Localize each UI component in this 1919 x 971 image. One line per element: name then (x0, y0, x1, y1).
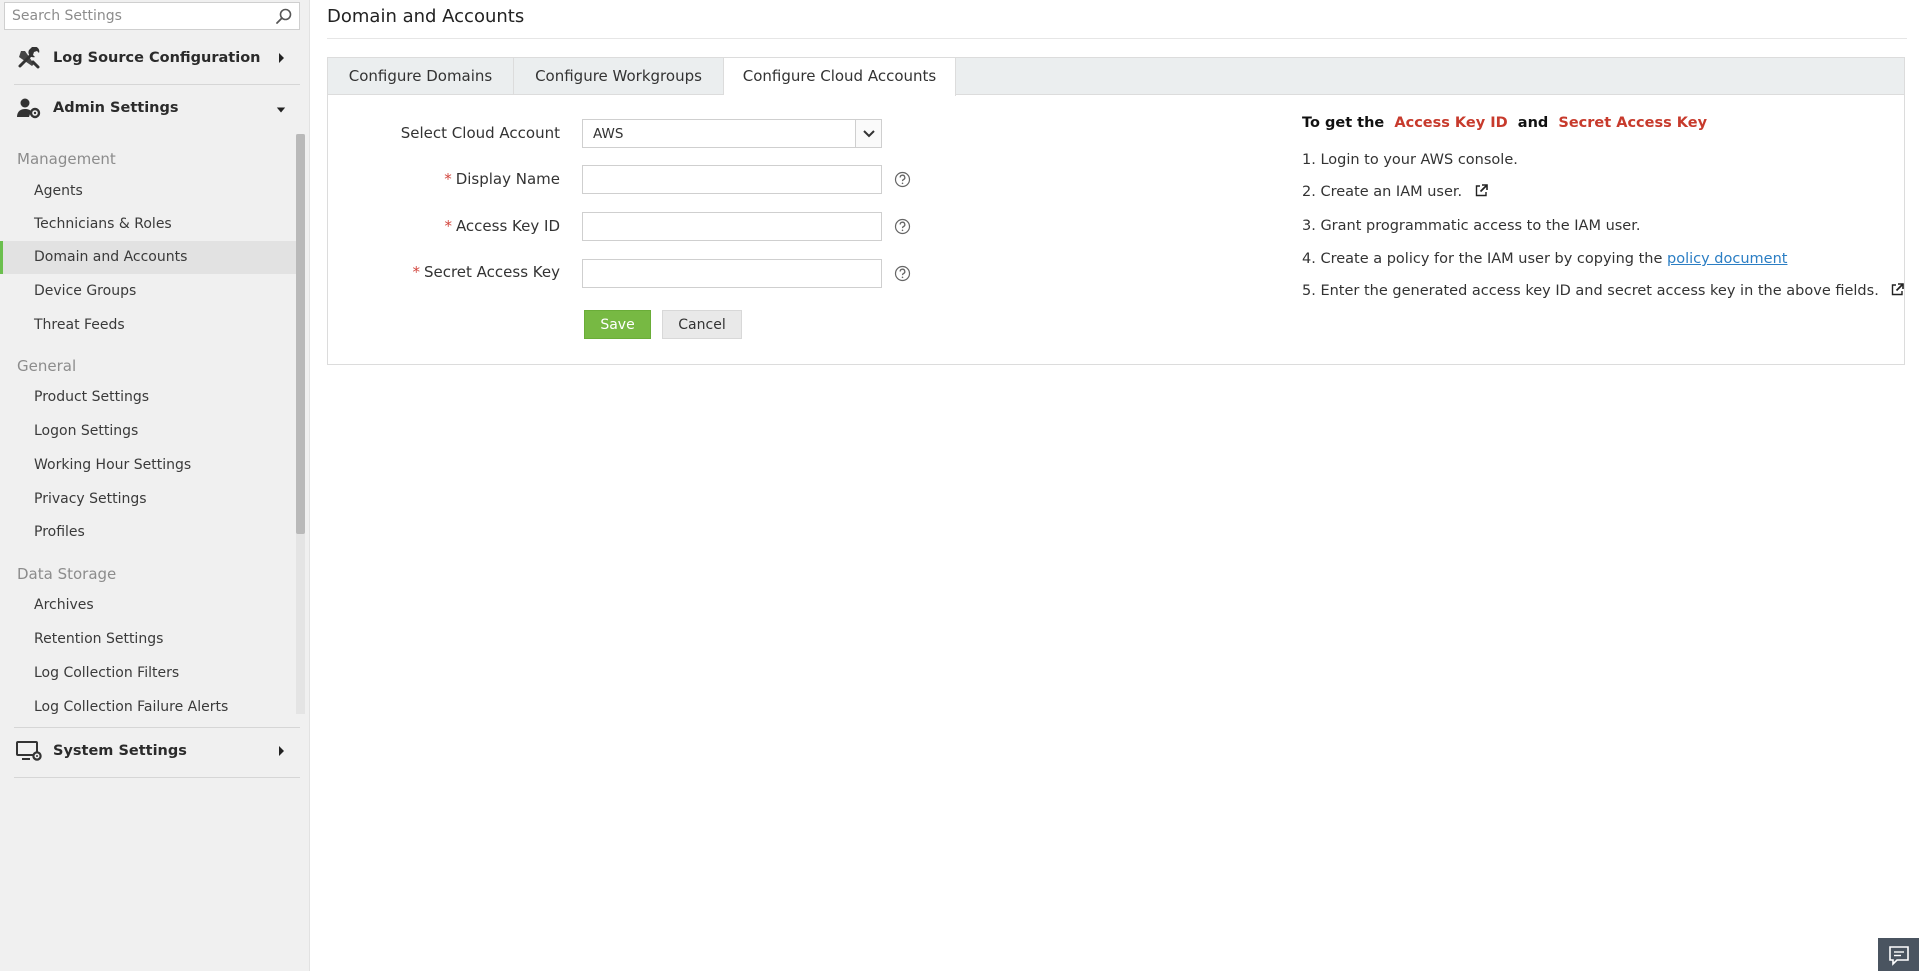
save-button[interactable]: Save (584, 310, 651, 339)
instruction-step-4-text: 4. Create a policy for the IAM user by c… (1302, 251, 1663, 267)
caret-right-icon (279, 746, 284, 756)
sidebar-section-label: Admin Settings (53, 100, 179, 116)
tab-configure-domains[interactable]: Configure Domains (328, 58, 514, 95)
external-link-icon[interactable] (1475, 184, 1488, 197)
sidebar-section-admin-settings[interactable]: Admin Settings (0, 84, 300, 132)
dropdown-button[interactable] (855, 120, 881, 147)
display-name-input[interactable] (582, 165, 882, 194)
instructions-title-and: and (1517, 115, 1549, 131)
sidebar-scrollbar-thumb[interactable] (296, 134, 305, 534)
sidebar-section-label: System Settings (53, 743, 187, 759)
tab-configure-cloud-accounts[interactable]: Configure Cloud Accounts (724, 58, 956, 96)
settings-panel: Configure Domains Configure Workgroups C… (327, 57, 1905, 365)
instruction-step-5: 5. Enter the generated access key ID and… (1302, 283, 1905, 299)
search-input[interactable] (5, 3, 265, 29)
sidebar-item-profiles[interactable]: Profiles (0, 516, 300, 549)
secret-key-label: * Secret Access Key (412, 263, 560, 281)
sidebar-item-privacy-settings[interactable]: Privacy Settings (0, 483, 300, 516)
instructions-title-key2: Secret Access Key (1558, 115, 1708, 131)
page-title: Domain and Accounts (327, 6, 525, 27)
tab-bar: Configure Domains Configure Workgroups C… (328, 58, 1904, 96)
sidebar-item-domain-and-accounts[interactable]: Domain and Accounts (0, 241, 300, 274)
settings-sidebar: Log Source Configuration Admin Settings … (0, 0, 310, 971)
help-icon[interactable] (894, 218, 911, 235)
access-key-label: * Access Key ID (444, 217, 560, 235)
instructions-title-prefix: To get the (1302, 115, 1385, 131)
search-icon[interactable] (275, 7, 293, 25)
sidebar-item-retention-settings[interactable]: Retention Settings (0, 623, 300, 656)
instruction-step-3: 3. Grant programmatic access to the IAM … (1302, 218, 1641, 234)
secret-key-input[interactable] (582, 259, 882, 288)
search-box (4, 2, 300, 30)
caret-right-icon (279, 53, 284, 63)
monitor-gear-icon (16, 741, 42, 761)
cloud-account-select[interactable]: AWS (582, 119, 882, 148)
sidebar-divider (14, 777, 300, 778)
group-label-general: General (17, 357, 77, 375)
required-marker: * (444, 170, 452, 188)
sidebar-item-logon-settings[interactable]: Logon Settings (0, 415, 300, 448)
chat-button[interactable] (1878, 938, 1919, 971)
sidebar-item-device-groups[interactable]: Device Groups (0, 275, 300, 308)
instruction-step-4: 4. Create a policy for the IAM user by c… (1302, 251, 1787, 267)
tools-icon (18, 47, 40, 69)
instruction-step-1: 1. Login to your AWS console. (1302, 152, 1518, 168)
help-icon[interactable] (894, 265, 911, 282)
sidebar-item-log-collection-failure-alerts[interactable]: Log Collection Failure Alerts (0, 691, 300, 724)
title-divider (327, 38, 1907, 39)
display-name-label: * Display Name (444, 170, 560, 188)
sidebar-item-archives[interactable]: Archives (0, 589, 300, 622)
caret-down-icon (276, 107, 286, 113)
sidebar-section-log-source-configuration[interactable]: Log Source Configuration (0, 34, 300, 82)
sidebar-section-label: Log Source Configuration (53, 50, 261, 66)
instruction-step-2-text: 2. Create an IAM user. (1302, 184, 1463, 200)
required-marker: * (444, 217, 452, 235)
sidebar-item-working-hour-settings[interactable]: Working Hour Settings (0, 449, 300, 482)
instructions-title-key1: Access Key ID (1394, 115, 1508, 131)
cloud-account-label: Select Cloud Account (400, 124, 560, 142)
instruction-step-2: 2. Create an IAM user. (1302, 184, 1488, 200)
sidebar-item-threat-feeds[interactable]: Threat Feeds (0, 309, 300, 342)
chat-icon (1889, 946, 1909, 966)
cloud-account-value: AWS (593, 126, 624, 142)
group-label-data-storage: Data Storage (17, 565, 117, 583)
policy-document-link[interactable]: policy document (1667, 251, 1787, 267)
access-key-input[interactable] (582, 212, 882, 241)
cancel-button[interactable]: Cancel (662, 310, 742, 339)
sidebar-section-system-settings[interactable]: System Settings (0, 727, 300, 775)
group-label-management: Management (17, 150, 116, 168)
sidebar-item-technicians-roles[interactable]: Technicians & Roles (0, 208, 300, 241)
sidebar-item-agents[interactable]: Agents (0, 175, 300, 208)
tab-configure-workgroups[interactable]: Configure Workgroups (514, 58, 724, 95)
sidebar-item-log-collection-filters[interactable]: Log Collection Filters (0, 657, 300, 690)
instruction-step-5-text: 5. Enter the generated access key ID and… (1302, 283, 1879, 299)
user-gear-icon (17, 98, 41, 119)
required-marker: * (412, 263, 420, 281)
chevron-down-icon (863, 130, 875, 138)
sidebar-item-product-settings[interactable]: Product Settings (0, 381, 300, 414)
instructions-title: To get the Access Key ID and Secret Acce… (1302, 115, 1707, 131)
help-icon[interactable] (894, 171, 911, 188)
external-link-icon[interactable] (1891, 283, 1905, 296)
